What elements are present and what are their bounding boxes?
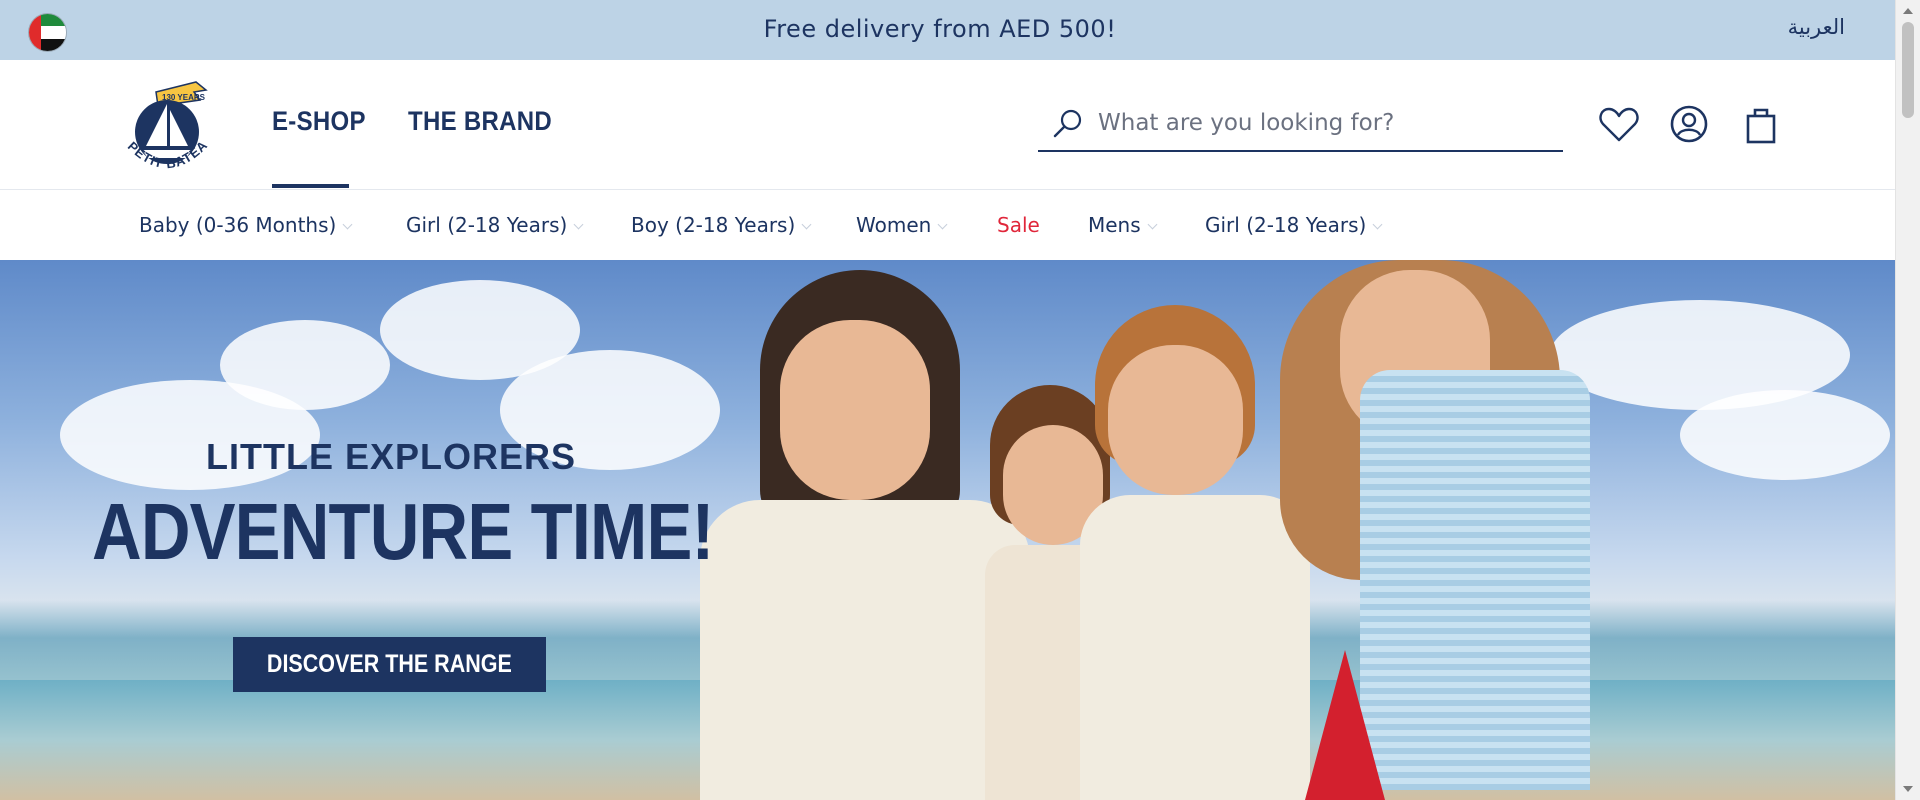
- category-label: Baby (0-36 Months): [139, 213, 337, 237]
- category-label: Boy (2-18 Years): [631, 213, 796, 237]
- chevron-down-icon: [342, 219, 353, 230]
- category-girl-2[interactable]: Girl (2-18 Years): [1205, 213, 1383, 237]
- search-bar: [1038, 94, 1563, 152]
- cloud: [1680, 390, 1890, 480]
- category-label: Women: [856, 213, 932, 237]
- category-baby[interactable]: Baby (0-36 Months): [139, 213, 353, 237]
- search-icon[interactable]: [1052, 108, 1084, 140]
- toy-boat: [1305, 650, 1385, 800]
- category-label: Mens: [1088, 213, 1141, 237]
- nav-eshop[interactable]: E-SHOP: [272, 106, 366, 137]
- language-switch-link[interactable]: العربية: [1788, 15, 1845, 39]
- chevron-down-icon: [937, 219, 948, 230]
- user-account-icon[interactable]: [1667, 102, 1711, 146]
- shopping-bag-icon[interactable]: [1739, 102, 1783, 146]
- scroll-up-arrow-icon[interactable]: [1903, 8, 1913, 14]
- chevron-down-icon: [1147, 219, 1158, 230]
- chevron-down-icon: [1372, 219, 1383, 230]
- hero-subtitle: LITTLE EXPLORERS: [206, 436, 577, 477]
- scrollbar-thumb[interactable]: [1902, 22, 1914, 118]
- category-nav: Baby (0-36 Months) Girl (2-18 Years) Boy…: [0, 191, 1895, 260]
- heart-icon[interactable]: [1597, 102, 1641, 146]
- category-women[interactable]: Women: [856, 213, 948, 237]
- hero-title: ADVENTURE TIME!: [92, 487, 714, 576]
- discover-the-range-button[interactable]: DISCOVER THE RANGE: [233, 637, 546, 692]
- category-mens[interactable]: Mens: [1088, 213, 1158, 237]
- active-nav-underline: [272, 184, 349, 188]
- site-header: 130 YEARS PETIT BATEAU E-SHOP THE BRAND: [0, 60, 1895, 190]
- chevron-down-icon: [573, 219, 584, 230]
- cta-label: DISCOVER THE RANGE: [267, 650, 512, 678]
- category-girl[interactable]: Girl (2-18 Years): [406, 213, 584, 237]
- hero-banner[interactable]: LITTLE EXPLORERS ADVENTURE TIME! DISCOVE…: [0, 260, 1895, 800]
- scroll-down-arrow-icon[interactable]: [1903, 786, 1913, 792]
- cloud: [220, 320, 390, 410]
- page-scrollbar[interactable]: [1895, 0, 1920, 800]
- category-label: Girl (2-18 Years): [406, 213, 568, 237]
- search-input[interactable]: [1098, 104, 1548, 142]
- nav-the-brand[interactable]: THE BRAND: [408, 106, 552, 137]
- brand-logo[interactable]: 130 YEARS PETIT BATEAU: [107, 60, 222, 180]
- promo-text: Free delivery from AED 500!: [763, 15, 1117, 43]
- category-label: Girl (2-18 Years): [1205, 213, 1367, 237]
- category-sale[interactable]: Sale: [997, 213, 1040, 237]
- category-boy[interactable]: Boy (2-18 Years): [631, 213, 812, 237]
- chevron-down-icon: [801, 219, 812, 230]
- category-label: Sale: [997, 213, 1040, 237]
- top-banner: Free delivery from AED 500! العربية: [0, 0, 1895, 60]
